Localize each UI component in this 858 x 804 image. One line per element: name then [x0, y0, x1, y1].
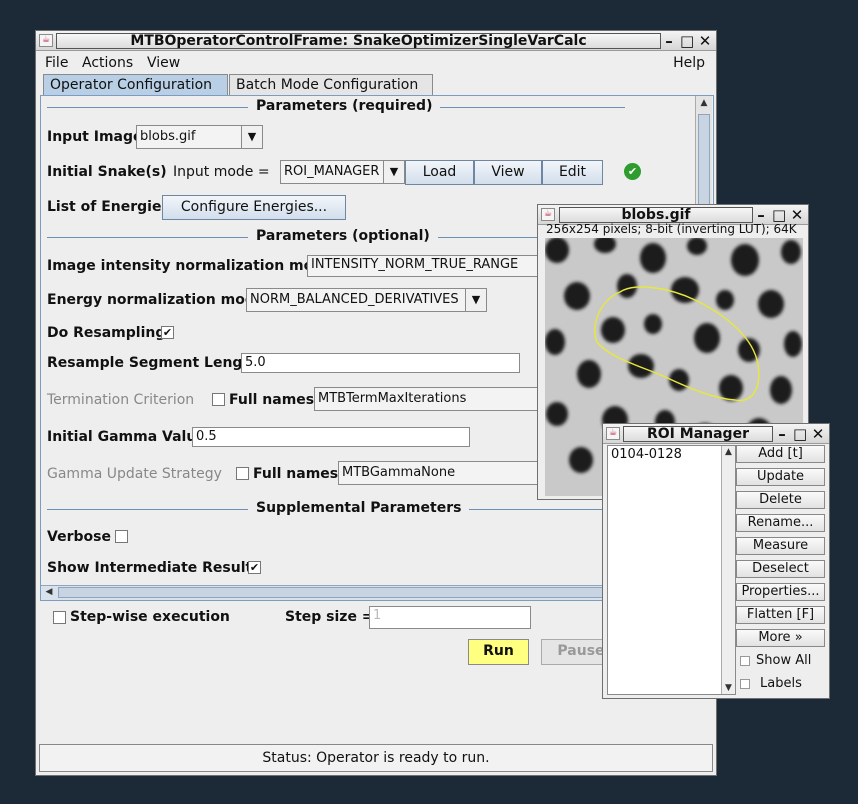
- input-image-label: Input Image: [47, 129, 143, 145]
- image-info: 256x254 pixels; 8-bit (inverting LUT); 6…: [546, 222, 797, 236]
- termination-fullnames-checkbox[interactable]: [212, 393, 225, 406]
- show-all-checkbox[interactable]: [740, 656, 750, 666]
- roi-manager-title: ROI Manager: [623, 426, 773, 442]
- roi-list-scrollbar[interactable]: ▲ ▼: [721, 446, 735, 694]
- roi-measure-button[interactable]: Measure: [736, 537, 825, 555]
- gamma-value-field[interactable]: 0.5: [192, 427, 470, 447]
- segment-length-field[interactable]: 5.0: [241, 353, 520, 373]
- tab-operator-configuration[interactable]: Operator Configuration: [43, 74, 228, 96]
- section-optional-header: Parameters (optional): [248, 228, 438, 244]
- chevron-down-icon[interactable]: ▼: [384, 161, 404, 183]
- intermediate-checkbox[interactable]: ✔: [248, 561, 261, 574]
- input-image-value: blobs.gif: [137, 126, 242, 148]
- title-bar[interactable]: ☕ ROI Manager – □ ✕: [603, 424, 829, 444]
- energy-norm-value: NORM_BALANCED_DERIVATIVES: [247, 289, 466, 311]
- menu-help[interactable]: Help: [673, 55, 705, 71]
- chevron-down-icon[interactable]: ▼: [466, 289, 486, 311]
- java-app-icon: ☕: [606, 427, 620, 440]
- status-bar: Status: Operator is ready to run.: [39, 744, 713, 772]
- input-mode-label: Input mode =: [173, 164, 270, 180]
- termination-fullnames-label: Full names: [229, 392, 315, 408]
- input-image-select[interactable]: blobs.gif ▼: [136, 125, 263, 149]
- labels-checkbox[interactable]: [740, 679, 750, 689]
- close-icon[interactable]: ✕: [698, 33, 712, 49]
- valid-checkmark-icon: ✔: [624, 163, 641, 180]
- energies-label: List of Energies: [47, 199, 170, 215]
- energy-norm-label: Energy normalization mode: [47, 292, 265, 308]
- roi-update-button[interactable]: Update: [736, 468, 825, 486]
- gamma-fullnames-checkbox[interactable]: [236, 467, 249, 480]
- scroll-thumb[interactable]: [698, 114, 710, 214]
- stepwise-label: Step-wise execution: [70, 609, 230, 625]
- menu-file[interactable]: File: [45, 55, 68, 71]
- initial-snakes-label: Initial Snake(s): [47, 164, 167, 180]
- show-all-label: Show All: [756, 653, 812, 668]
- roi-deselect-button[interactable]: Deselect: [736, 560, 825, 578]
- minimize-icon[interactable]: –: [775, 426, 789, 442]
- horizontal-scroll-thumb[interactable]: [58, 587, 658, 598]
- gamma-fullnames-label: Full names: [253, 466, 339, 482]
- image-window-title: blobs.gif: [559, 207, 753, 223]
- labels-label: Labels: [760, 676, 802, 691]
- input-mode-select[interactable]: ROI_MANAGER ▼: [280, 160, 405, 184]
- scroll-up-icon[interactable]: ▲: [696, 98, 712, 108]
- scroll-up-icon[interactable]: ▲: [722, 447, 735, 457]
- title-bar[interactable]: ☕ MTBOperatorControlFrame: SnakeOptimize…: [36, 31, 716, 51]
- verbose-label: Verbose: [47, 529, 111, 545]
- termination-label: Termination Criterion: [47, 392, 195, 408]
- section-supplemental-header: Supplemental Parameters: [248, 500, 470, 516]
- window-title: MTBOperatorControlFrame: SnakeOptimizerS…: [56, 33, 661, 49]
- step-size-label: Step size =: [285, 609, 374, 625]
- gamma-value-label: Initial Gamma Value: [47, 429, 206, 445]
- maximize-icon[interactable]: □: [772, 207, 786, 223]
- resampling-label: Do Resampling: [47, 325, 166, 341]
- section-required-header: Parameters (required): [248, 98, 441, 114]
- resampling-checkbox[interactable]: ✔: [161, 326, 174, 339]
- intensity-norm-select[interactable]: INTENSITY_NORM_TRUE_RANGE: [307, 255, 547, 277]
- verbose-checkbox[interactable]: [115, 530, 128, 543]
- intermediate-label: Show Intermediate Results: [47, 560, 261, 576]
- roi-add-button[interactable]: Add [t]: [736, 445, 825, 463]
- minimize-icon[interactable]: –: [662, 33, 676, 49]
- close-icon[interactable]: ✕: [811, 426, 825, 442]
- roi-properties-button[interactable]: Properties...: [736, 583, 825, 601]
- scroll-left-icon[interactable]: ◀: [43, 587, 55, 597]
- view-button[interactable]: View: [474, 160, 542, 185]
- roi-list[interactable]: 0104-0128 ▲ ▼: [607, 445, 736, 695]
- java-app-icon: ☕: [39, 34, 53, 47]
- maximize-icon[interactable]: □: [793, 426, 807, 442]
- menu-actions[interactable]: Actions: [82, 55, 133, 71]
- minimize-icon[interactable]: –: [754, 207, 768, 223]
- input-mode-value: ROI_MANAGER: [281, 161, 384, 183]
- step-size-field[interactable]: 1: [369, 606, 531, 629]
- run-button[interactable]: Run: [468, 639, 529, 665]
- roi-flatten-button[interactable]: Flatten [F]: [736, 606, 825, 624]
- gamma-strategy-label: Gamma Update Strategy: [47, 466, 222, 482]
- termination-select[interactable]: MTBTermMaxIterations: [314, 387, 554, 411]
- java-app-icon: ☕: [541, 208, 555, 221]
- roi-delete-button[interactable]: Delete: [736, 491, 825, 509]
- roi-list-item[interactable]: 0104-0128: [611, 447, 682, 462]
- chevron-down-icon[interactable]: ▼: [242, 126, 262, 148]
- scroll-down-icon[interactable]: ▼: [722, 683, 735, 693]
- segment-length-label: Resample Segment Length: [47, 355, 260, 371]
- gamma-strategy-select[interactable]: MTBGammaNone: [338, 461, 548, 485]
- stepwise-checkbox[interactable]: [53, 611, 66, 624]
- energy-norm-select[interactable]: NORM_BALANCED_DERIVATIVES ▼: [246, 288, 487, 312]
- menu-bar: File Actions View Help: [37, 52, 715, 74]
- intensity-norm-label: Image intensity normalization mode: [47, 258, 333, 274]
- maximize-icon[interactable]: □: [680, 33, 694, 49]
- edit-button[interactable]: Edit: [542, 160, 603, 185]
- configure-energies-button[interactable]: Configure Energies...: [162, 195, 346, 220]
- roi-rename-button[interactable]: Rename...: [736, 514, 825, 532]
- close-icon[interactable]: ✕: [790, 207, 804, 223]
- menu-view[interactable]: View: [147, 55, 180, 71]
- roi-more-button[interactable]: More »: [736, 629, 825, 647]
- tab-batch-mode-configuration[interactable]: Batch Mode Configuration: [229, 74, 433, 96]
- load-button[interactable]: Load: [405, 160, 474, 185]
